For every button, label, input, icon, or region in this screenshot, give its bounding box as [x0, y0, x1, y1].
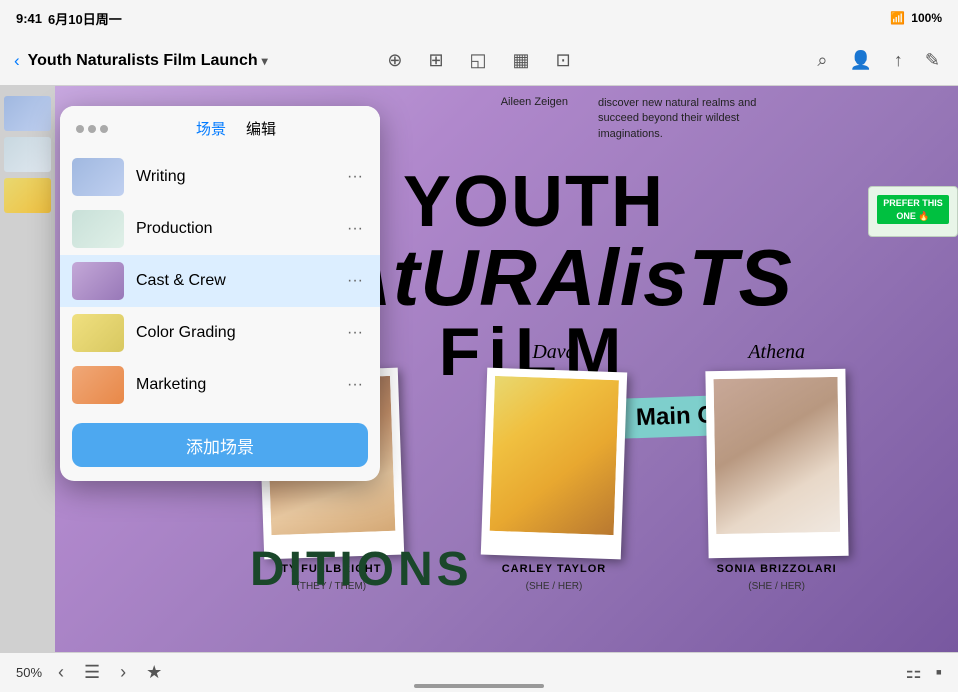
cast-member-sonia: Athena SONIA BRIZZOLARI (SHE / HER) [707, 346, 847, 592]
scene-thumb-production [72, 210, 124, 248]
scene-panel: 场景 编辑 Writing ··· Production ··· Cast & … [60, 106, 380, 481]
scene-label-writing: Writing [136, 168, 330, 186]
auditions-partial-text: DITIONS [250, 542, 473, 597]
slides-view-icon[interactable]: ▪ [936, 662, 942, 683]
status-bar-left: 9:41 6月10日周一 [16, 9, 122, 28]
pencil-icon[interactable]: ✎ [921, 46, 944, 75]
polaroid-sonia [705, 369, 848, 558]
status-time: 9:41 [16, 11, 42, 26]
tab-edit[interactable]: 编辑 [246, 118, 276, 139]
chevron-down-icon: ▾ [262, 54, 268, 68]
scene-more-production[interactable]: ··· [342, 216, 368, 242]
zoom-level: 50% [16, 665, 42, 680]
dot-3 [100, 125, 108, 133]
scene-item-production[interactable]: Production ··· [60, 203, 380, 255]
left-thumbnail-strip [0, 86, 55, 652]
thumb-mini-1[interactable] [4, 96, 51, 131]
photo-carley [490, 376, 619, 535]
prefer-card: PREFER THIS ONE 🔥 [868, 186, 958, 237]
wifi-icon: 📶 [890, 11, 905, 25]
share-icon[interactable]: ↑ [890, 46, 907, 75]
thumb-mini-3[interactable] [4, 178, 51, 213]
document-title[interactable]: Youth Naturalists Film Launch ▾ [28, 52, 268, 70]
cast-script-name-sonia: Athena [748, 341, 805, 364]
star-button[interactable]: ★ [142, 660, 166, 685]
toolbar-center: ⊕ ⊞ ◱ ▦ ⊡ [383, 46, 574, 75]
cast-name-sonia: SONIA BRIZZOLARI [717, 563, 837, 575]
cast-script-name-carley: Dava [532, 341, 575, 364]
scene-panel-tabs: 场景 编辑 [196, 118, 276, 139]
prev-slide-button[interactable]: ‹ [54, 660, 68, 685]
scene-panel-dots[interactable] [76, 125, 108, 133]
cast-member-carley: Dava CARLEY TAYLOR (SHE / HER) [484, 346, 624, 592]
media-icon[interactable]: ▦ [509, 46, 534, 75]
slide-list-button[interactable]: ☰ [80, 660, 104, 685]
scene-thumb-marketing [72, 366, 124, 404]
scene-thumb-writing [72, 158, 124, 196]
scene-thumb-color-grading [72, 314, 124, 352]
scene-label-color-grading: Color Grading [136, 324, 330, 342]
dot-1 [76, 125, 84, 133]
add-scene-button[interactable]: 添加场景 [72, 423, 368, 467]
scene-item-marketing[interactable]: Marketing ··· [60, 359, 380, 411]
animate-icon[interactable]: ⚏ [905, 662, 921, 683]
cast-pronouns-carley: (SHE / HER) [526, 581, 583, 592]
polaroid-carley [481, 368, 627, 560]
prefer-badge: PREFER THIS ONE 🔥 [877, 195, 949, 224]
status-bar-right: 📶 100% [890, 11, 942, 25]
next-slide-button[interactable]: › [116, 660, 130, 685]
cast-name-carley: CARLEY TAYLOR [502, 563, 606, 575]
shape-icon[interactable]: ⊕ [383, 46, 406, 75]
scene-item-color-grading[interactable]: Color Grading ··· [60, 307, 380, 359]
scene-more-marketing[interactable]: ··· [342, 372, 368, 398]
scene-more-cast-crew[interactable]: ··· [342, 268, 368, 294]
toolbar: ‹ Youth Naturalists Film Launch ▾ ⊕ ⊞ ◱ … [0, 36, 958, 86]
bottom-right-icons: ⚏ ▪ [905, 662, 942, 683]
canvas-description: discover new natural realms and succeed … [598, 96, 798, 142]
toolbar-left: ‹ Youth Naturalists Film Launch ▾ [14, 51, 375, 71]
textbox-icon[interactable]: ⊡ [552, 46, 575, 75]
scene-more-writing[interactable]: ··· [342, 164, 368, 190]
scene-list: Writing ··· Production ··· Cast & Crew ·… [60, 147, 380, 415]
dot-2 [88, 125, 96, 133]
people-icon[interactable]: 👤 [845, 46, 875, 75]
scene-item-writing[interactable]: Writing ··· [60, 151, 380, 203]
chart-icon[interactable]: ◱ [466, 46, 491, 75]
scene-label-marketing: Marketing [136, 376, 330, 394]
scene-label-cast-crew: Cast & Crew [136, 272, 330, 290]
author-name: Aileen Zeigen [501, 96, 568, 108]
search-icon[interactable]: ⌕ [813, 46, 831, 75]
canvas-area: Aileen Zeigen discover new natural realm… [0, 86, 958, 652]
table-icon[interactable]: ⊞ [424, 46, 447, 75]
status-date: 6月10日周一 [48, 9, 122, 28]
toolbar-right: ⌕ 👤 ↑ ✎ [583, 46, 944, 75]
thumb-mini-2[interactable] [4, 137, 51, 172]
scene-item-cast-crew[interactable]: Cast & Crew ··· [60, 255, 380, 307]
tab-scenes[interactable]: 场景 [196, 118, 226, 139]
scene-more-color-grading[interactable]: ··· [342, 320, 368, 346]
home-indicator [414, 684, 544, 688]
scene-thumb-cast-crew [72, 262, 124, 300]
battery-label: 100% [911, 11, 942, 25]
photo-sonia [713, 377, 840, 534]
status-bar: 9:41 6月10日周一 📶 100% [0, 0, 958, 36]
scene-panel-header: 场景 编辑 [60, 106, 380, 147]
scene-label-production: Production [136, 220, 330, 238]
cast-pronouns-sonia: (SHE / HER) [748, 581, 805, 592]
back-button[interactable]: ‹ [14, 51, 20, 71]
